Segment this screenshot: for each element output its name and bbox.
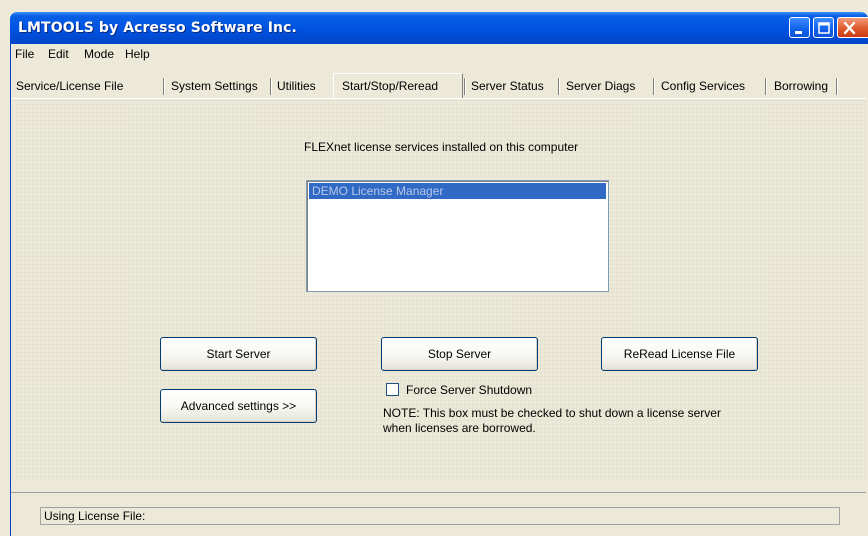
force-shutdown-checkbox[interactable]	[386, 383, 399, 396]
tab-utilities[interactable]: Utilities	[277, 76, 316, 96]
close-icon	[843, 21, 856, 35]
tab-separator	[270, 78, 272, 95]
menu-bar: File Edit Mode Help	[11, 44, 868, 62]
tab-server-status[interactable]: Server Status	[471, 76, 544, 96]
note-text-line2: when licenses are borrowed.	[383, 421, 536, 435]
tab-config-services[interactable]: Config Services	[661, 76, 745, 96]
tab-separator	[163, 78, 165, 95]
menu-file[interactable]: File	[15, 47, 34, 61]
menu-help[interactable]: Help	[125, 47, 150, 61]
minimize-icon	[795, 31, 802, 34]
reread-license-file-button[interactable]: ReRead License File	[601, 337, 758, 371]
minimize-button[interactable]	[789, 17, 810, 38]
tab-server-diags[interactable]: Server Diags	[566, 76, 635, 96]
start-server-button[interactable]: Start Server	[160, 337, 317, 371]
tab-separator	[765, 78, 767, 95]
tab-separator	[653, 78, 655, 95]
close-button[interactable]	[837, 17, 868, 38]
note-text-line1: NOTE: This box must be checked to shut d…	[383, 406, 721, 420]
status-license-file: Using License File:	[40, 507, 840, 525]
tab-strip: Service/License File System Settings Uti…	[11, 73, 868, 98]
tab-system-settings[interactable]: System Settings	[171, 76, 258, 96]
service-item-demo-license-manager[interactable]: DEMO License Manager	[309, 183, 606, 199]
menu-mode[interactable]: Mode	[84, 47, 114, 61]
force-shutdown-label[interactable]: Force Server Shutdown	[406, 383, 532, 397]
stop-server-button[interactable]: Stop Server	[381, 337, 538, 371]
services-listbox[interactable]: DEMO License Manager	[306, 180, 609, 292]
maximize-button[interactable]	[813, 17, 834, 38]
tab-separator	[558, 78, 560, 95]
tab-separator	[836, 78, 838, 95]
tab-start-stop-reread[interactable]: Start/Stop/Reread	[333, 73, 463, 98]
advanced-settings-button[interactable]: Advanced settings >>	[160, 389, 317, 423]
window-title: LMTOOLS by Acresso Software Inc.	[18, 20, 297, 36]
services-label: FLEXnet license services installed on th…	[304, 140, 579, 154]
tab-borrowing[interactable]: Borrowing	[774, 76, 828, 96]
menu-edit[interactable]: Edit	[48, 47, 69, 61]
main-window: File Edit Mode Help Service/License File…	[10, 44, 868, 536]
tab-service-license-file[interactable]: Service/License File	[16, 76, 123, 96]
maximize-icon	[818, 22, 830, 34]
title-bar[interactable]: LMTOOLS by Acresso Software Inc.	[10, 12, 868, 44]
tab-separator	[464, 78, 466, 95]
status-bar: Using License File:	[11, 492, 866, 535]
